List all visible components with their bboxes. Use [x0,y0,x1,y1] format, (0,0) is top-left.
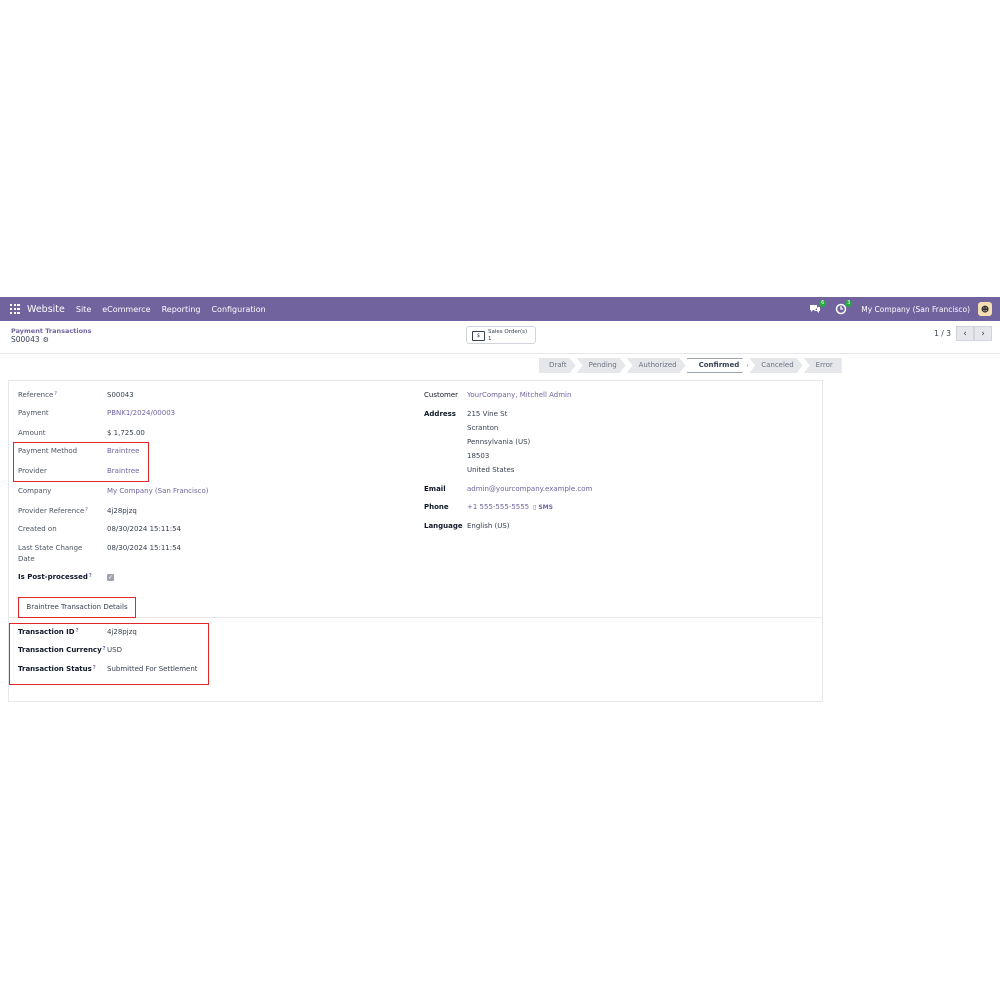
gear-icon[interactable]: ⚙ [43,336,49,344]
stage-error[interactable]: Error [803,358,842,373]
phone-label: Phone [424,503,449,511]
address-line: Pennsylvania (US) [467,438,531,446]
language-label: Language [424,522,463,530]
sales-orders-label: Sales Order(s) [488,329,528,335]
nav-item-configuration[interactable]: Configuration [211,305,265,314]
nav-item-site[interactable]: Site [76,305,91,314]
company-switcher[interactable]: My Company (San Francisco) [861,305,970,314]
pager-previous-button[interactable]: ‹ [956,326,974,341]
highlight-box-braintree-fields [9,623,209,685]
pager-next-button[interactable]: › [974,326,992,341]
company-link[interactable]: My Company (San Francisco) [107,487,208,495]
sales-orders-button[interactable]: $ Sales Order(s) 1 [466,326,536,344]
pager: 1 / 3 ‹ › [934,326,992,341]
address-line: 18503 [467,452,490,460]
nav-item-ecommerce[interactable]: eCommerce [102,305,150,314]
highlight-box-tab [18,597,136,618]
pager-value[interactable]: 1 / 3 [934,329,951,338]
phone-link[interactable]: +1 555-555-5555 [467,503,529,511]
customer-label: Customer [424,391,459,399]
sms-button[interactable]: ▯ SMS [533,504,553,511]
stage-authorized[interactable]: Authorized [627,358,686,373]
email-link[interactable]: admin@yourcompany.example.com [467,485,592,493]
breadcrumb-parent[interactable]: Payment Transactions [11,327,92,335]
apps-menu-icon[interactable] [10,304,20,314]
provider-reference-label: Provider Reference [18,507,85,515]
address-line: United States [467,466,515,474]
address-label: Address [424,410,456,418]
last-state-change-label: Last State Change [18,544,83,552]
activities-badge: 3 [845,300,853,307]
sms-label: SMS [538,504,553,511]
stage-pending[interactable]: Pending [577,358,626,373]
nav-item-reporting[interactable]: Reporting [162,305,201,314]
navbar-systray: 6 3 My Company (San Francisco) ☻ [809,297,1000,321]
amount-value: $ 1,725.00 [107,429,145,437]
breadcrumb-current: S00043 ⚙ [11,335,49,344]
payment-link[interactable]: PBNK1/2024/00003 [107,409,175,417]
user-avatar[interactable]: ☻ [978,302,992,316]
payment-label: Payment [18,409,49,417]
app-window: Website Site eCommerce Reporting Configu… [0,297,1000,702]
email-label: Email [424,485,446,493]
post-processed-label: Is Post-processed [18,573,88,581]
post-processed-checkbox[interactable]: ✓ [107,574,114,581]
reference-label: Reference [18,391,54,399]
help-icon[interactable]: ? [89,573,92,579]
created-on-label: Created on [18,525,57,533]
record-name: S00043 [11,335,40,344]
company-label: Company [18,487,52,495]
highlight-box-method-provider [13,442,149,482]
help-icon[interactable]: ? [85,507,88,513]
customer-link[interactable]: YourCompany, Mitchell Admin [467,391,571,399]
sales-orders-count: 1 [488,336,492,342]
address-line: Scranton [467,424,499,432]
amount-label: Amount [18,429,46,437]
top-navbar: Website Site eCommerce Reporting Configu… [0,297,1000,321]
mobile-icon: ▯ [533,504,537,511]
messages-badge: 6 [819,300,827,307]
provider-reference-value: 4j28pjzq [107,507,137,515]
stage-confirmed[interactable]: Confirmed [687,358,749,373]
control-panel: Payment Transactions S00043 ⚙ $ Sales Ord… [0,321,1000,354]
messages-icon[interactable]: 6 [809,300,827,315]
app-brand[interactable]: Website [27,304,65,315]
last-state-change-value: 08/30/2024 15:11:54 [107,544,182,552]
stage-canceled[interactable]: Canceled [749,358,802,373]
language-value: English (US) [467,522,510,530]
address-line: 215 Vine St [467,410,508,418]
money-icon: $ [472,331,485,341]
help-icon[interactable]: ? [54,391,57,397]
last-state-change-label-2: Date [18,555,35,563]
created-on-value: 08/30/2024 15:11:54 [107,525,182,533]
reference-value: S00043 [107,391,134,399]
stage-draft[interactable]: Draft [539,358,576,373]
activities-icon[interactable]: 3 [835,300,853,315]
status-bar: Draft Pending Authorized Confirmed Cance… [539,358,843,373]
